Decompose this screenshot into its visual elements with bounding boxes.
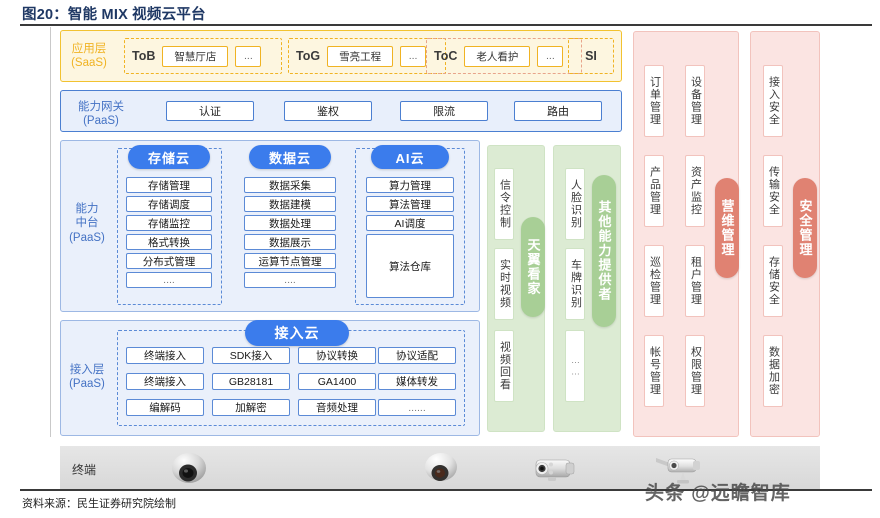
access-item[interactable]: 音频处理 xyxy=(298,399,376,416)
app-item-chip[interactable]: 老人看护 xyxy=(464,45,531,67)
access-item[interactable]: 协议转换 xyxy=(298,347,376,364)
app-item-chip[interactable]: 雪亮工程 xyxy=(327,45,394,67)
app-item-more[interactable]: ... xyxy=(537,45,564,67)
storage-item[interactable]: 格式转换 xyxy=(126,234,212,250)
data-item-more[interactable]: .... xyxy=(244,272,336,288)
dome-camera-icon xyxy=(172,453,206,483)
other-provider-item[interactable]: 人脸识别 xyxy=(565,168,585,240)
ai-item[interactable]: AI调度 xyxy=(366,215,454,231)
data-item[interactable]: 运算节点管理 xyxy=(244,253,336,269)
operations-pill[interactable]: 营维管理 xyxy=(715,178,739,278)
tianyi-item[interactable]: 实时视频 xyxy=(494,248,514,320)
application-layer-label: 应用层 (SaaS) xyxy=(71,43,107,70)
app-item-chip[interactable]: 智慧厅店 xyxy=(162,45,229,67)
access-item[interactable]: 终端接入 xyxy=(126,347,204,364)
gateway-layer-label: 能力网关 (PaaS) xyxy=(78,101,124,128)
other-provider-item-more[interactable]: …… xyxy=(565,330,585,402)
access-item[interactable]: GB28181 xyxy=(212,373,290,390)
page-title: 图20：智能 MIX 视频云平台 xyxy=(22,7,206,23)
title-divider xyxy=(20,24,872,26)
security-item[interactable]: 数据加密 xyxy=(763,335,783,407)
app-group-tob: ToB 智慧厅店 ... xyxy=(124,38,282,74)
operations-item[interactable]: 帐号管理 xyxy=(644,335,664,407)
ai-item-repository[interactable]: 算法仓库 xyxy=(366,234,454,298)
gateway-item-ratelimit[interactable]: 限流 xyxy=(400,101,488,121)
access-item[interactable]: 加解密 xyxy=(212,399,290,416)
storage-item[interactable]: 存储管理 xyxy=(126,177,212,193)
operations-item[interactable]: 权限管理 xyxy=(685,335,705,407)
operations-item[interactable]: 订单管理 xyxy=(644,65,664,137)
storage-item[interactable]: 存储调度 xyxy=(126,196,212,212)
other-providers-pill[interactable]: 其他能力提供者 xyxy=(592,175,616,327)
storage-cloud-pill[interactable]: 存储云 xyxy=(128,145,210,169)
app-group-toc: ToC 老人看护 ... xyxy=(426,38,582,74)
tianyi-item[interactable]: 视频回看 xyxy=(494,330,514,402)
tianyi-pill[interactable]: 天翼看家 xyxy=(521,217,545,317)
operations-item[interactable]: 资产监控 xyxy=(685,155,705,227)
capability-layer-label: 能力 中台 (PaaS) xyxy=(69,203,105,244)
security-item[interactable]: 存储安全 xyxy=(763,245,783,317)
app-group-tag: ToG xyxy=(296,49,321,63)
operations-item[interactable]: 产品管理 xyxy=(644,155,664,227)
storage-item[interactable]: 分布式管理 xyxy=(126,253,212,269)
app-group-tag: ToB xyxy=(132,49,156,63)
storage-item[interactable]: 存储监控 xyxy=(126,215,212,231)
ai-item[interactable]: 算法管理 xyxy=(366,196,454,212)
bullet-camera-icon xyxy=(535,459,575,481)
operations-item[interactable]: 设备管理 xyxy=(685,65,705,137)
storage-item-more[interactable]: .... xyxy=(126,272,212,288)
tianyi-item[interactable]: 信令控制 xyxy=(494,168,514,240)
security-item[interactable]: 接入安全 xyxy=(763,65,783,137)
access-item[interactable]: 编解码 xyxy=(126,399,204,416)
access-item-more[interactable]: ...... xyxy=(378,399,456,416)
access-item[interactable]: 终端接入 xyxy=(126,373,204,390)
access-item[interactable]: 协议适配 xyxy=(378,347,456,364)
source-note: 资料来源：民生证券研究院绘制 xyxy=(22,498,176,510)
access-layer-label: 接入层 (PaaS) xyxy=(69,364,105,391)
access-item[interactable]: SDK接入 xyxy=(212,347,290,364)
watermark: 头条 @远瞻智库 xyxy=(645,483,791,504)
access-item[interactable]: GA1400 xyxy=(298,373,376,390)
gateway-item-auth[interactable]: 认证 xyxy=(166,101,254,121)
ai-cloud-pill[interactable]: AI云 xyxy=(371,145,449,169)
app-item-more[interactable]: ... xyxy=(400,45,427,67)
gateway-item-authz[interactable]: 鉴权 xyxy=(284,101,372,121)
security-item[interactable]: 传输安全 xyxy=(763,155,783,227)
app-group-tag: SI xyxy=(585,49,597,63)
data-item[interactable]: 数据处理 xyxy=(244,215,336,231)
app-item-more[interactable]: ... xyxy=(235,45,262,67)
operations-item[interactable]: 巡检管理 xyxy=(644,245,664,317)
data-item[interactable]: 数据展示 xyxy=(244,234,336,250)
gateway-item-routing[interactable]: 路由 xyxy=(514,101,602,121)
data-cloud-pill[interactable]: 数据云 xyxy=(249,145,331,169)
ai-item[interactable]: 算力管理 xyxy=(366,177,454,193)
app-group-si: SI xyxy=(568,38,614,74)
app-group-tog: ToG 雪亮工程 ... xyxy=(288,38,446,74)
terminal-label: 终端 xyxy=(72,463,97,477)
security-pill[interactable]: 安全管理 xyxy=(793,178,817,278)
data-item[interactable]: 数据采集 xyxy=(244,177,336,193)
data-item[interactable]: 数据建模 xyxy=(244,196,336,212)
app-group-tag: ToC xyxy=(434,49,458,63)
dome-camera-icon xyxy=(425,453,457,481)
figure-canvas: 图20：智能 MIX 视频云平台 应用层 (SaaS) ToB 智慧厅店 ...… xyxy=(0,0,880,518)
other-provider-item[interactable]: 车牌识别 xyxy=(565,248,585,320)
operations-item[interactable]: 租户管理 xyxy=(685,245,705,317)
access-cloud-pill[interactable]: 接入云 xyxy=(245,320,349,346)
access-item[interactable]: 媒体转发 xyxy=(378,373,456,390)
left-guide-line xyxy=(50,27,51,437)
